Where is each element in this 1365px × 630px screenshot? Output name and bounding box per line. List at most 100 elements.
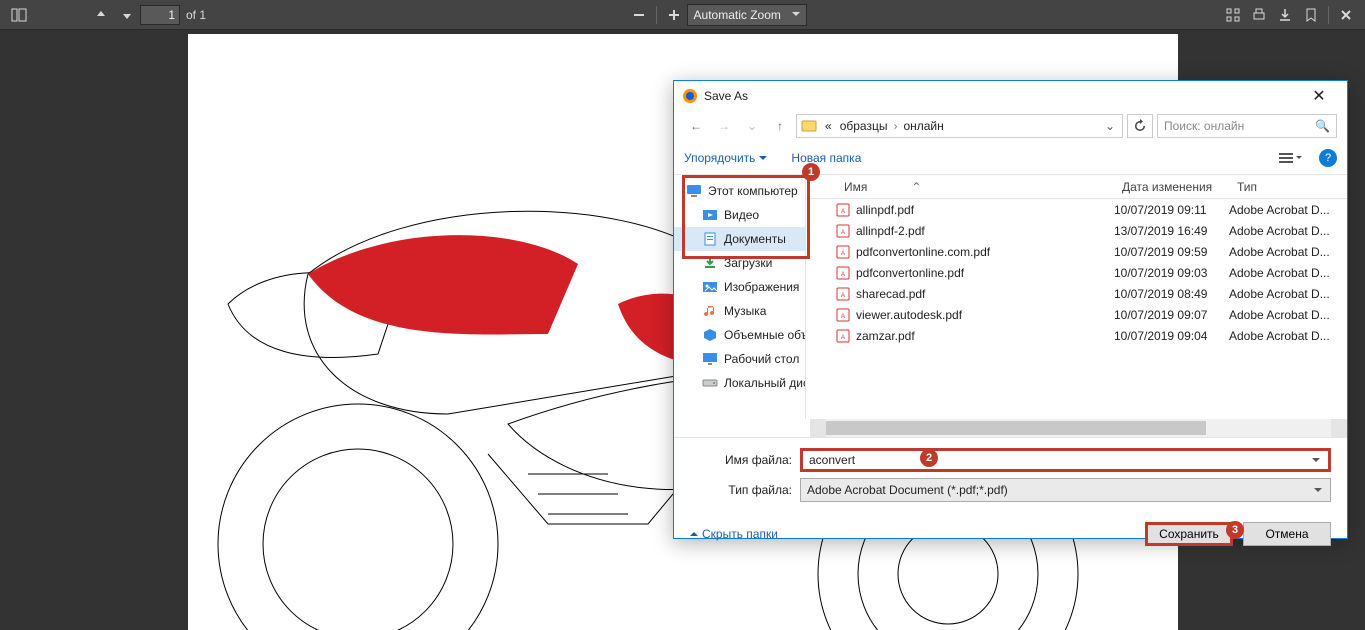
nav-back-button[interactable]: ←: [684, 114, 708, 138]
col-date[interactable]: Дата изменения: [1114, 180, 1229, 194]
drive-icon: [702, 375, 718, 391]
pdf-file-icon: A: [836, 203, 850, 217]
zoom-out-button[interactable]: [627, 3, 651, 27]
help-button[interactable]: ?: [1319, 149, 1337, 167]
tree-this-pc[interactable]: Этот компьютер: [674, 179, 805, 203]
filename-label: Имя файла:: [690, 453, 800, 467]
list-header: Имя Дата изменения Тип: [806, 175, 1347, 199]
svg-text:A: A: [841, 209, 845, 215]
file-date: 10/07/2019 09:11: [1114, 203, 1229, 217]
page-total-label: of 1: [186, 8, 206, 22]
file-date: 10/07/2019 08:49: [1114, 287, 1229, 301]
tree-images[interactable]: Изображения: [674, 275, 805, 299]
file-name: pdfconvertonline.pdf: [856, 266, 1114, 280]
documents-icon: [702, 231, 718, 247]
svg-text:A: A: [841, 251, 845, 257]
file-type: Adobe Acrobat D...: [1229, 245, 1347, 259]
annotation-badge-1: 1: [802, 163, 820, 181]
file-row[interactable]: Aviewer.autodesk.pdf10/07/2019 09:07Adob…: [806, 304, 1347, 325]
horizontal-scrollbar[interactable]: [674, 419, 1347, 437]
download-button[interactable]: [1273, 3, 1297, 27]
pdf-file-icon: A: [836, 245, 850, 259]
file-type: Adobe Acrobat D...: [1229, 203, 1347, 217]
tree-downloads[interactable]: Загрузки: [674, 251, 805, 275]
search-input[interactable]: Поиск: онлайн 🔍: [1157, 114, 1337, 138]
search-icon: 🔍: [1315, 119, 1330, 133]
zoom-in-button[interactable]: [662, 3, 686, 27]
tree-local-disk[interactable]: Локальный дис: [674, 371, 805, 395]
file-type: Adobe Acrobat D...: [1229, 266, 1347, 280]
nav-recent-button[interactable]: ⌄: [740, 114, 764, 138]
breadcrumb-seg-1[interactable]: образцы: [836, 119, 892, 133]
breadcrumb[interactable]: « образцы › онлайн ⌄: [796, 114, 1123, 138]
svg-text:A: A: [841, 314, 845, 320]
sidebar-toggle-button[interactable]: [7, 3, 31, 27]
tree-3d-objects[interactable]: Объемные объ: [674, 323, 805, 347]
pdf-file-icon: A: [836, 308, 850, 322]
firefox-icon: [682, 88, 698, 104]
search-placeholder: Поиск: онлайн: [1164, 119, 1244, 133]
file-type: Adobe Acrobat D...: [1229, 329, 1347, 343]
refresh-button[interactable]: [1127, 114, 1153, 138]
svg-text:A: A: [841, 230, 845, 236]
filetype-label: Тип файла:: [690, 483, 800, 497]
pdf-toolbar: of 1 Automatic Zoom: [0, 0, 1365, 30]
file-list: Имя Дата изменения Тип Aallinpdf.pdf10/0…: [806, 175, 1347, 419]
file-row[interactable]: Aallinpdf-2.pdf13/07/2019 16:49Adobe Acr…: [806, 220, 1347, 241]
chevron-right-icon: ›: [891, 119, 899, 133]
tree-music[interactable]: Музыка: [674, 299, 805, 323]
filetype-select[interactable]: Adobe Acrobat Document (*.pdf;*.pdf): [800, 478, 1331, 502]
computer-icon: [686, 183, 702, 199]
prev-page-button[interactable]: [89, 3, 113, 27]
presentation-button[interactable]: [1221, 3, 1245, 27]
nav-up-button[interactable]: ↑: [768, 114, 792, 138]
hide-folders-link[interactable]: Скрыть папки: [690, 527, 778, 541]
filename-input[interactable]: aconvert: [800, 448, 1331, 472]
close-button[interactable]: ✕: [1299, 82, 1339, 110]
file-row[interactable]: Apdfconvertonline.pdf10/07/2019 09:03Ado…: [806, 262, 1347, 283]
file-name: sharecad.pdf: [856, 287, 1114, 301]
save-button[interactable]: Сохранить: [1145, 522, 1233, 546]
file-row[interactable]: Aallinpdf.pdf10/07/2019 09:11Adobe Acrob…: [806, 199, 1347, 220]
file-row[interactable]: Azamzar.pdf10/07/2019 09:04Adobe Acrobat…: [806, 325, 1347, 346]
file-date: 10/07/2019 09:03: [1114, 266, 1229, 280]
tools-button[interactable]: [1334, 3, 1358, 27]
folder-icon: [801, 118, 817, 134]
organize-menu[interactable]: Упорядочить: [684, 151, 767, 165]
tree-documents[interactable]: Документы: [674, 227, 805, 251]
print-button[interactable]: [1247, 3, 1271, 27]
file-row[interactable]: Apdfconvertonline.com.pdf10/07/2019 09:5…: [806, 241, 1347, 262]
desktop-icon: [702, 351, 718, 367]
breadcrumb-prefix: «: [821, 119, 836, 133]
pdf-file-icon: A: [836, 266, 850, 280]
file-name: pdfconvertonline.com.pdf: [856, 245, 1114, 259]
next-page-button[interactable]: [115, 3, 139, 27]
file-name: viewer.autodesk.pdf: [856, 308, 1114, 322]
svg-text:A: A: [841, 272, 845, 278]
tree-desktop[interactable]: Рабочий стол: [674, 347, 805, 371]
zoom-select[interactable]: Automatic Zoom: [687, 4, 807, 26]
annotation-badge-3: 3: [1226, 521, 1244, 539]
page-number-input[interactable]: [140, 5, 180, 25]
file-date: 10/07/2019 09:04: [1114, 329, 1229, 343]
bookmark-button[interactable]: [1299, 3, 1323, 27]
images-icon: [702, 279, 718, 295]
file-date: 10/07/2019 09:07: [1114, 308, 1229, 322]
cancel-button[interactable]: Отмена: [1243, 522, 1331, 546]
col-name[interactable]: Имя: [836, 180, 1114, 194]
tree-video[interactable]: Видео: [674, 203, 805, 227]
cube-icon: [702, 327, 718, 343]
file-row[interactable]: Asharecad.pdf10/07/2019 08:49Adobe Acrob…: [806, 283, 1347, 304]
svg-text:A: A: [841, 335, 845, 341]
file-type: Adobe Acrobat D...: [1229, 287, 1347, 301]
file-date: 13/07/2019 16:49: [1114, 224, 1229, 238]
col-type[interactable]: Тип: [1229, 180, 1347, 194]
view-options-button[interactable]: [1275, 147, 1305, 169]
breadcrumb-seg-2[interactable]: онлайн: [899, 119, 947, 133]
file-type: Adobe Acrobat D...: [1229, 308, 1347, 322]
file-name: allinpdf-2.pdf: [856, 224, 1114, 238]
file-date: 10/07/2019 09:59: [1114, 245, 1229, 259]
nav-forward-button: →: [712, 114, 736, 138]
breadcrumb-dropdown[interactable]: ⌄: [1102, 119, 1118, 133]
new-folder-button[interactable]: Новая папка: [791, 151, 861, 165]
